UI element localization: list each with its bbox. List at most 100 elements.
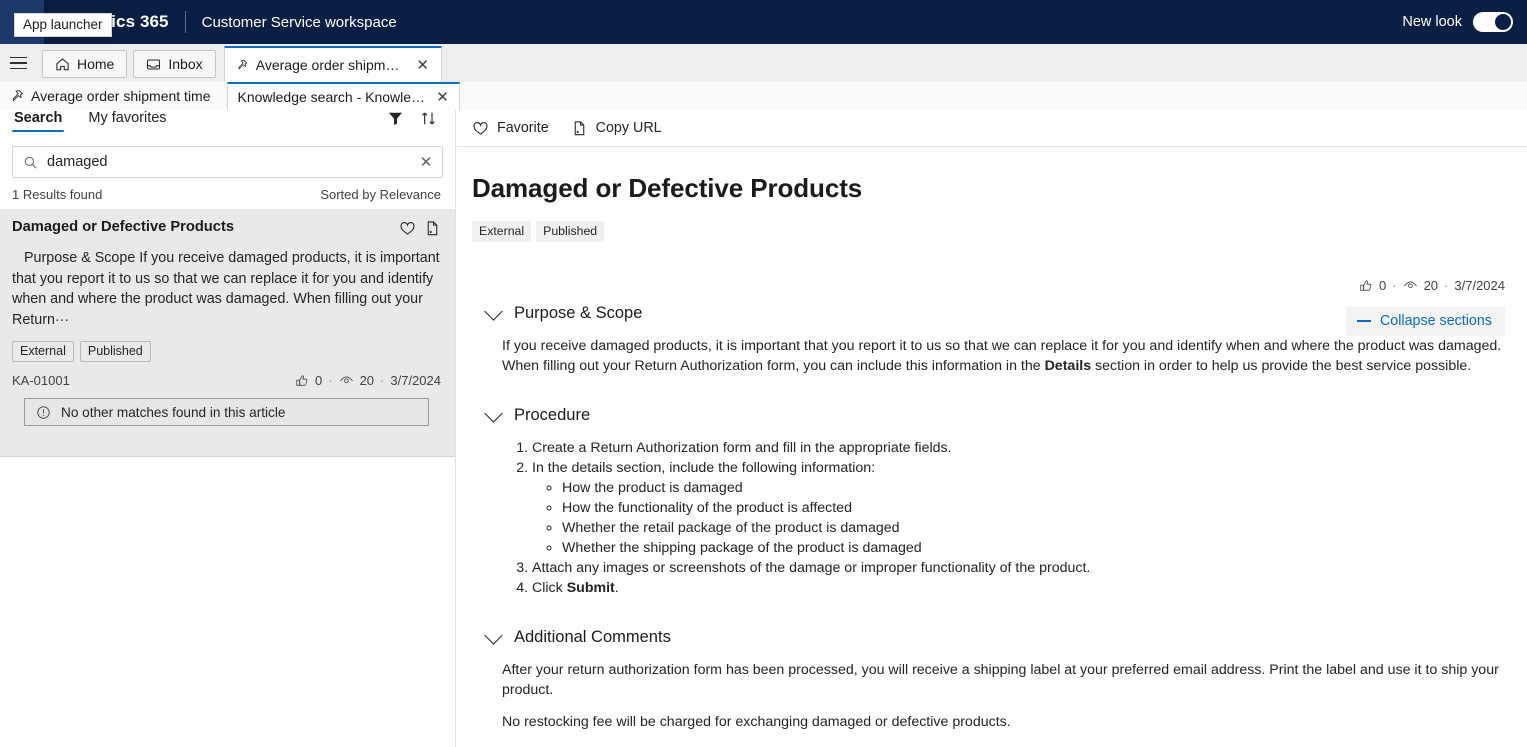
additional-comment-paragraph: No restocking fee will be charged for ex… [502, 714, 1011, 730]
card-like-count: 0 [315, 373, 323, 388]
article-body: Damaged or Defective Products External P… [457, 173, 1527, 732]
nav-button-home[interactable]: Home [42, 50, 128, 78]
section-title: Purpose & Scope [514, 304, 643, 322]
procedure-step-text-bold: Submit [566, 580, 615, 596]
chevron-down-icon [484, 301, 503, 321]
app-tab-close-icon[interactable]: ✕ [413, 55, 433, 75]
card-article-number: KA-01001 [12, 373, 70, 388]
procedure-step: In the details section, include the foll… [532, 458, 1505, 558]
no-other-matches-banner: No other matches found in this article [24, 398, 429, 426]
new-look-toggle[interactable] [1473, 12, 1513, 32]
collapse-sections-button[interactable]: Collapse sections [1345, 307, 1505, 336]
article-command-bar: Favorite Copy URL [457, 110, 1527, 147]
app-launcher-tooltip: App launcher [14, 13, 112, 37]
section-header-procedure[interactable]: Procedure [484, 403, 1505, 425]
sorted-by-label: Sorted by Relevance [320, 187, 441, 202]
copy-url-icon[interactable] [424, 220, 441, 242]
filter-icon[interactable] [387, 110, 404, 127]
procedure-substep: Whether the shipping package of the prod… [562, 538, 1505, 558]
article-like-count: 0 [1379, 278, 1387, 293]
article-date: 3/7/2024 [1454, 278, 1505, 293]
panel-tab-search[interactable]: Search [12, 110, 65, 132]
application-tab-strip: Home Inbox Average order shipment ti... … [0, 44, 1527, 82]
section-content-additional-comments: After your return authorization form has… [502, 660, 1505, 732]
card-view-count: 20 [359, 373, 375, 388]
article-view-count: 20 [1423, 278, 1439, 293]
procedure-substep: Whether the retail package of the produc… [562, 518, 1505, 538]
panel-tab-list: Search My favorites [0, 110, 455, 140]
card-meta-row: KA-01001 0 · 20 · 3/7/2024 [12, 373, 441, 388]
purpose-text-post: section in order to help us provide the … [1091, 358, 1472, 374]
top-navigation-bar: Dynamics 365 Customer Service workspace … [0, 0, 1527, 44]
session-tab-label: Average order shipment time [31, 88, 211, 104]
panel-actions [387, 110, 437, 127]
article-meta-separator-1: · [1392, 278, 1397, 293]
article-chip-row: External Published [472, 221, 1505, 242]
results-count-label: 1 Results found [12, 187, 103, 202]
no-other-matches-label: No other matches found in this article [61, 404, 286, 420]
card-chip-external: External [12, 341, 74, 362]
card-action-icons [399, 220, 441, 242]
search-result-card[interactable]: Damaged or Defective Products Purpose & … [0, 209, 455, 457]
section-header-additional-comments[interactable]: Additional Comments [484, 625, 1505, 647]
section-title: Procedure [514, 406, 591, 424]
procedure-step-text-post: . [614, 580, 619, 596]
search-clear-icon[interactable]: ✕ [418, 153, 434, 171]
procedure-step: Create a Return Authorization form and f… [532, 438, 1505, 458]
procedure-substep-list: How the product is damaged How the funct… [532, 478, 1505, 558]
results-summary-bar: 1 Results found Sorted by Relevance [0, 178, 455, 209]
section-title: Additional Comments [514, 628, 671, 646]
home-icon [56, 57, 69, 70]
panel-tab-my-favorites[interactable]: My favorites [86, 110, 168, 132]
card-chip-row: External Published [12, 341, 441, 362]
inbox-icon [147, 58, 161, 70]
site-map-button[interactable] [0, 44, 36, 82]
thumbs-up-icon [296, 374, 308, 386]
search-box[interactable]: ✕ [12, 146, 443, 178]
card-engagement-stats: 0 · 20 · 3/7/2024 [295, 373, 441, 388]
nav-button-inbox-label: Inbox [168, 56, 203, 72]
nav-button-home-label: Home [77, 56, 115, 72]
knowledge-search-panel: Search My favorites damaged ✕ 1 Results … [0, 110, 456, 747]
chevron-down-icon [484, 403, 503, 423]
collapse-sections-label: Collapse sections [1379, 313, 1492, 329]
session-tab-close-icon[interactable]: ✕ [433, 87, 453, 107]
article-meta-separator-2: · [1444, 278, 1449, 293]
heart-icon [473, 121, 488, 135]
app-tab-label: Average order shipment ti... [255, 57, 405, 73]
card-snippet: Purpose & Scope If you receive damaged p… [12, 250, 440, 328]
article-sections: Purpose & Scope If you receive damaged p… [472, 301, 1505, 732]
article-engagement-stats: 0 · 20 · 3/7/2024 [1359, 278, 1505, 293]
favorite-button[interactable]: Favorite [472, 120, 549, 137]
sort-icon[interactable] [420, 110, 437, 127]
panel-tab-my-favorites-label: My favorites [88, 110, 167, 126]
nav-button-inbox[interactable]: Inbox [133, 50, 216, 78]
new-look-label: New look [1402, 14, 1462, 30]
app-tab-average-order-shipment-time[interactable]: Average order shipment ti... ✕ [223, 46, 442, 82]
session-tab-average-order-shipment-time[interactable]: Average order shipment time [0, 82, 221, 110]
thumbs-up-icon [1360, 279, 1372, 291]
search-input[interactable] [47, 154, 409, 170]
collapse-icon [1356, 320, 1371, 322]
brand-separator [184, 11, 186, 33]
meta-separator-2: · [380, 373, 385, 388]
procedure-substep: How the product is damaged [562, 478, 1505, 498]
copy-url-button[interactable]: Copy URL [571, 120, 662, 137]
article-chip-published: Published [536, 221, 605, 242]
session-tab-strip: Average order shipment time Knowledge se… [0, 82, 1527, 110]
page-title: Damaged or Defective Products [472, 173, 863, 203]
meta-separator-1: · [328, 373, 333, 388]
panel-tab-search-label: Search [14, 110, 63, 126]
copy-url-button-label: Copy URL [595, 120, 662, 136]
eye-icon [339, 376, 353, 384]
toggle-knob [1495, 14, 1511, 30]
card-title-row: Damaged or Defective Products [12, 219, 441, 242]
session-tab-knowledge-search[interactable]: Knowledge search - Knowled... ✕ [226, 82, 460, 110]
heart-icon[interactable] [399, 220, 416, 242]
procedure-step-text-pre: Click [532, 580, 567, 596]
section-procedure: Procedure Create a Return Authorization … [472, 403, 1505, 598]
procedure-step-text: In the details section, include the foll… [532, 460, 876, 476]
section-content-purpose-scope: If you receive damaged products, it is i… [502, 336, 1505, 376]
pin-icon [12, 90, 24, 102]
info-icon [37, 405, 50, 419]
